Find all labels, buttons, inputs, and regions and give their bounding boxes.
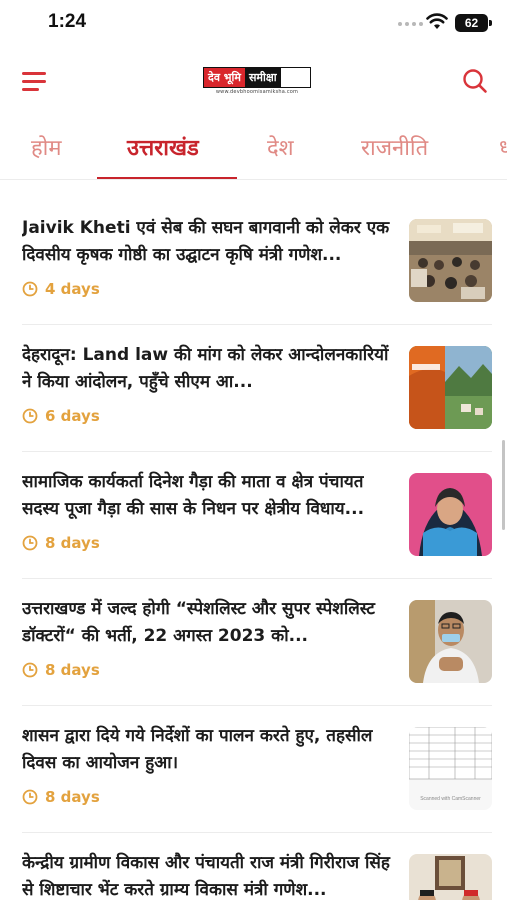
clock-icon — [22, 281, 38, 297]
news-meta: 8 days — [22, 788, 100, 806]
news-item[interactable]: सामाजिक कार्यकर्ता दिनेश गैड़ा की माता व… — [0, 435, 507, 562]
tab-rajneeti[interactable]: राजनीति — [361, 132, 428, 162]
news-thumbnail — [409, 473, 492, 556]
news-meta: 8 days — [22, 661, 100, 679]
news-thumbnail — [409, 600, 492, 683]
news-thumbnail — [409, 854, 492, 900]
news-time: 4 days — [45, 280, 100, 298]
search-icon[interactable] — [462, 68, 488, 94]
news-item[interactable]: शासन द्वारा दिये गये निर्देशों का पालन क… — [0, 689, 507, 816]
tab-dharm[interactable]: धा — [499, 132, 507, 162]
status-bar: 1:24 62 — [0, 0, 507, 48]
news-thumbnail — [409, 346, 492, 429]
news-time: 8 days — [45, 534, 100, 552]
news-thumbnail — [409, 219, 492, 302]
news-item[interactable]: केन्द्रीय ग्रामीण विकास और पंचायती राज म… — [0, 816, 507, 900]
news-title: सामाजिक कार्यकर्ता दिनेश गैड़ा की माता व… — [22, 472, 365, 519]
clock-icon — [22, 535, 38, 551]
logo-left-text: देव भूमि — [204, 68, 245, 87]
signal-dots-icon — [398, 22, 423, 26]
news-item[interactable]: उत्तराखण्ड में जल्द होगी “स्पेशलिस्ट और … — [0, 562, 507, 689]
tab-home[interactable]: होम — [31, 132, 62, 162]
tab-desh[interactable]: देश — [267, 132, 294, 162]
thumbnail-caption: Scanned with CamScanner — [420, 796, 481, 802]
status-time: 1:24 — [48, 11, 87, 32]
news-time: 6 days — [45, 407, 100, 425]
clock-icon — [22, 789, 38, 805]
logo-right-text: समीक्षा — [244, 68, 281, 87]
news-item[interactable]: देहरादून: Land law की मांग को लेकर आन्दो… — [0, 308, 507, 435]
battery-indicator: 62 — [455, 14, 488, 32]
logo-url: www.devbhoomisamiksha.com — [215, 89, 299, 95]
app-logo[interactable]: देव भूमि समीक्षा www.devbhoomisamiksha.c… — [203, 67, 311, 97]
news-title: देहरादून: Land law की मांग को लेकर आन्दो… — [22, 345, 389, 392]
news-title: शासन द्वारा दिये गये निर्देशों का पालन क… — [22, 726, 373, 773]
news-meta: 6 days — [22, 407, 100, 425]
news-meta: 8 days — [22, 534, 100, 552]
clock-icon — [22, 662, 38, 678]
news-title: Jaivik Kheti एवं सेब की सघन बागवानी को ल… — [22, 218, 390, 265]
menu-icon[interactable] — [22, 72, 48, 92]
scrollbar-thumb[interactable] — [502, 440, 505, 530]
news-title: उत्तराखण्ड में जल्द होगी “स्पेशलिस्ट और … — [22, 599, 375, 646]
battery-tip — [489, 20, 492, 26]
app-header: देव भूमि समीक्षा www.devbhoomisamiksha.c… — [0, 48, 507, 116]
clock-icon — [22, 408, 38, 424]
category-tabs: होम उत्तराखंड देश राजनीति धा — [0, 116, 507, 180]
logo-box: देव भूमि समीक्षा — [203, 67, 311, 88]
news-item[interactable]: Jaivik Kheti एवं सेब की सघन बागवानी को ल… — [0, 181, 507, 308]
news-time: 8 days — [45, 788, 100, 806]
news-meta: 4 days — [22, 280, 100, 298]
news-time: 8 days — [45, 661, 100, 679]
wifi-icon — [426, 13, 448, 29]
tab-uttarakhand[interactable]: उत्तराखंड — [127, 132, 199, 162]
news-title: केन्द्रीय ग्रामीण विकास और पंचायती राज म… — [22, 853, 390, 900]
news-thumbnail: Scanned with CamScanner — [409, 727, 492, 810]
active-tab-indicator — [97, 177, 237, 179]
